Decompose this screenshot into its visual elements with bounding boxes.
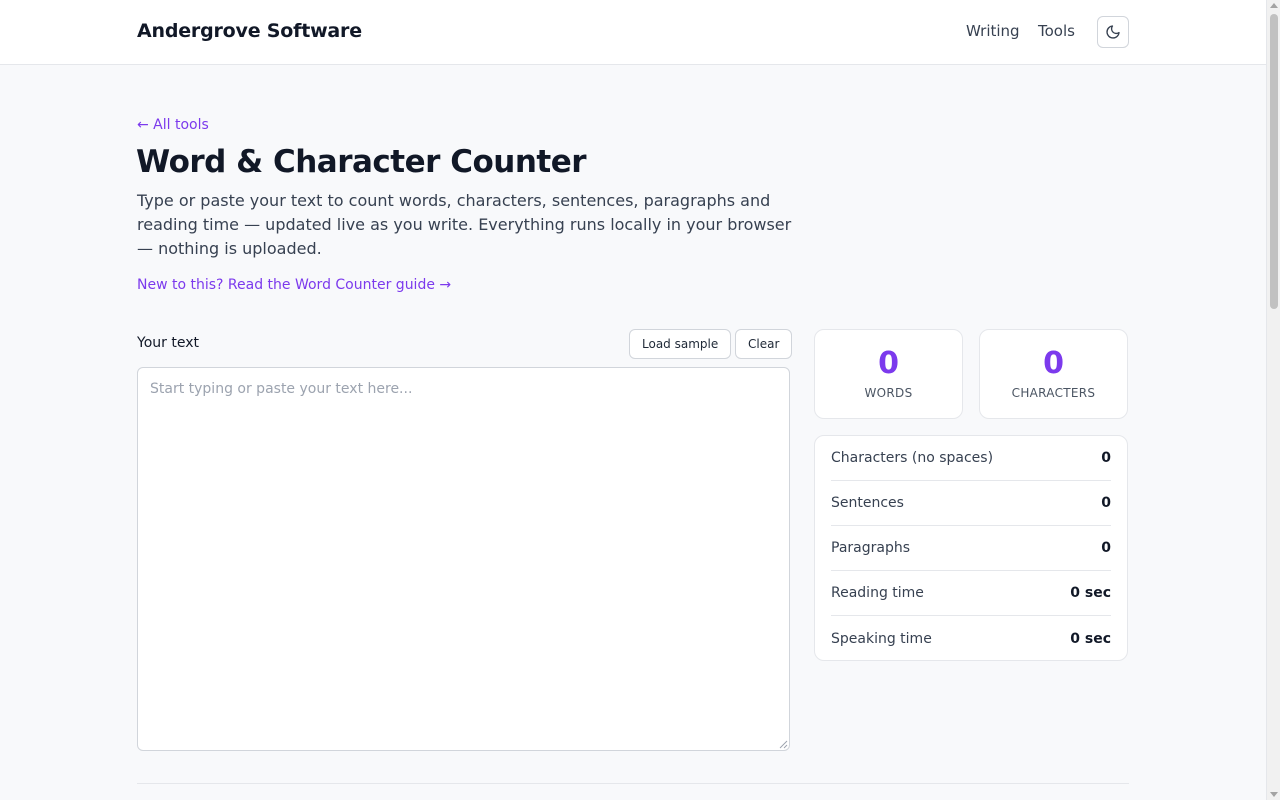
stat-row-label: Characters (no spaces): [831, 450, 994, 466]
word-count-card: 0 WORDS: [814, 329, 963, 419]
character-count-label: CHARACTERS: [1011, 386, 1096, 400]
stat-row-speaking-time: Speaking time 0 sec: [831, 616, 1111, 661]
scroll-down-arrow-icon[interactable]: [1270, 792, 1278, 797]
stat-row-value: 0: [1101, 495, 1111, 511]
stat-row-reading-time: Reading time 0 sec: [831, 571, 1111, 616]
scroll-up-arrow-icon[interactable]: [1270, 3, 1278, 8]
word-count-label: WORDS: [864, 386, 913, 400]
text-input-area[interactable]: [137, 367, 790, 751]
stat-row-label: Speaking time: [831, 630, 932, 647]
brand-logo-text[interactable]: Andergrove Software: [137, 20, 362, 42]
statistics-details-panel: Characters (no spaces) 0 Sentences 0 Par…: [814, 435, 1128, 661]
character-count-value: 0: [1043, 346, 1064, 381]
theme-toggle-button[interactable]: [1097, 16, 1129, 48]
nav-link-tools[interactable]: Tools: [1038, 22, 1075, 40]
top-navigation-bar: Andergrove Software Writing Tools: [0, 0, 1266, 65]
stat-row-sentences: Sentences 0: [831, 481, 1111, 526]
back-to-all-tools-link[interactable]: ← All tools: [137, 117, 209, 133]
page-description: Type or paste your text to count words, …: [137, 191, 792, 258]
stat-row-value: 0 sec: [1070, 585, 1111, 601]
section-divider: [137, 783, 1129, 784]
clear-button[interactable]: Clear: [735, 329, 793, 359]
load-sample-button[interactable]: Load sample: [629, 329, 732, 359]
stat-row-characters-no-spaces: Characters (no spaces) 0: [831, 436, 1111, 481]
word-counter-guide-link[interactable]: New to this? Read the Word Counter guide…: [137, 277, 451, 293]
page-title: Word & Character Counter: [136, 144, 587, 180]
stat-row-label: Reading time: [831, 585, 924, 601]
stat-row-paragraphs: Paragraphs 0: [831, 526, 1111, 571]
stat-row-label: Sentences: [831, 495, 904, 511]
stat-row-value: 0: [1101, 450, 1111, 466]
character-count-card: 0 CHARACTERS: [979, 329, 1128, 419]
nav-link-writing[interactable]: Writing: [966, 22, 1020, 40]
stat-row-value: 0: [1101, 540, 1111, 556]
word-count-value: 0: [878, 346, 899, 381]
stat-row-value: 0 sec: [1070, 630, 1111, 647]
stat-row-label: Paragraphs: [831, 540, 911, 556]
resize-grip-icon[interactable]: [779, 740, 788, 749]
moon-icon: [1106, 25, 1120, 39]
page-scrollbar[interactable]: [1266, 0, 1280, 800]
your-text-label: Your text: [137, 335, 199, 351]
scrollbar-thumb[interactable]: [1270, 14, 1278, 309]
